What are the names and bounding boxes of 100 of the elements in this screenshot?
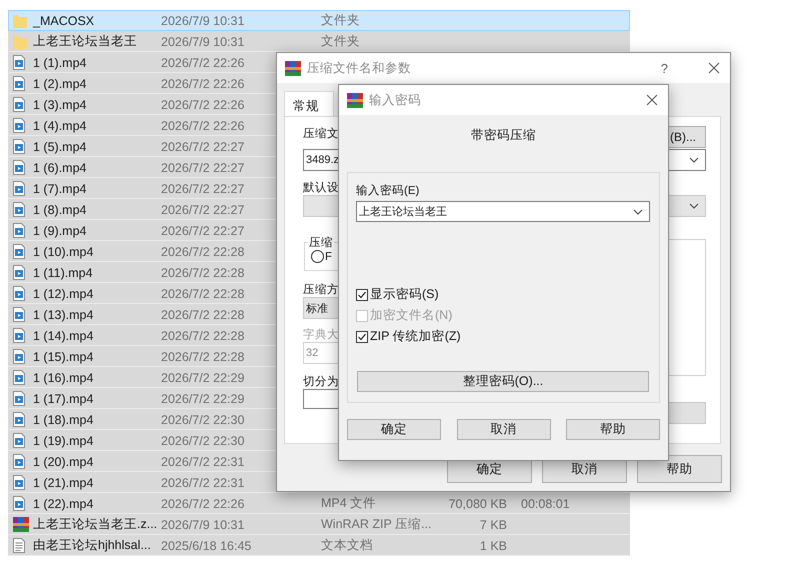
file-name: 1 (21).mp4 [33, 476, 94, 490]
file-date: 2026/7/2 22:29 [161, 370, 244, 384]
video-file-icon [13, 391, 25, 406]
file-size: 7 KB [480, 518, 507, 532]
file-name: 1 (9).mp4 [33, 224, 86, 238]
file-name: 上老王论坛当老王.z... [33, 516, 158, 533]
file-size: 70,080 KB [448, 496, 507, 510]
dialog-button[interactable]: 取消 [456, 419, 550, 440]
field-label: 默认设 [303, 180, 339, 195]
organize-passwords-button[interactable]: 整理密码(O)... [357, 371, 649, 392]
window-title: 压缩文件名和参数 [307, 60, 412, 76]
folder-icon [13, 14, 27, 28]
file-date: 2026/7/2 22:28 [161, 244, 244, 258]
file-name: 1 (4).mp4 [33, 118, 86, 132]
file-name: 1 (22).mp4 [33, 496, 94, 510]
file-date: 2026/7/2 22:28 [161, 328, 244, 342]
window-title: 输入密码 [369, 92, 422, 108]
file-type: 文本文档 [321, 537, 373, 554]
video-file-icon [13, 181, 25, 196]
file-date: 2026/7/9 10:31 [161, 34, 244, 48]
file-name: 1 (5).mp4 [33, 140, 86, 154]
file-row[interactable]: 上老王论坛当老王.z... 2026/7/9 10:31 WinRAR ZIP 压缩... 7 KB [8, 514, 630, 535]
dialog-button[interactable]: 确定 [347, 419, 441, 440]
file-date: 2026/7/2 22:27 [161, 160, 244, 174]
video-file-icon [13, 160, 25, 175]
password-field[interactable]: 上老王论坛当老王 [356, 201, 650, 222]
file-date: 2026/7/2 22:27 [161, 182, 244, 196]
file-date: 2026/7/9 10:31 [161, 518, 244, 532]
file-name: 1 (6).mp4 [33, 160, 86, 174]
file-date: 2026/7/2 22:28 [161, 350, 244, 364]
file-size: 1 KB [480, 538, 507, 552]
file-duration: 00:08:01 [521, 496, 571, 510]
file-name: 1 (1).mp4 [33, 56, 86, 70]
close-icon[interactable] [646, 94, 658, 106]
field-label: 压缩文 [303, 126, 339, 141]
video-file-icon [13, 475, 25, 490]
file-date: 2026/7/2 22:28 [161, 286, 244, 300]
radio-option[interactable]: F [311, 250, 620, 263]
file-name: 1 (16).mp4 [33, 370, 94, 384]
close-icon[interactable] [708, 62, 720, 74]
file-name: 1 (17).mp4 [33, 392, 94, 406]
archive-icon [285, 60, 301, 76]
checkmark-icon [357, 332, 367, 342]
group-label: 压缩 [308, 236, 334, 250]
archive-icon [347, 92, 363, 108]
field-label: 输入密码(E) [356, 183, 420, 198]
dialog-heading: 带密码压缩 [471, 128, 536, 142]
file-date: 2026/7/2 22:28 [161, 266, 244, 280]
file-date: 2026/7/2 22:27 [161, 140, 244, 154]
file-name: 1 (8).mp4 [33, 202, 86, 216]
file-name: 1 (20).mp4 [33, 454, 94, 468]
field-label: 字典大 [303, 327, 339, 342]
file-row[interactable]: _MACOSX 2026/7/9 10:31 文件夹 [8, 10, 630, 31]
file-type: WinRAR ZIP 压缩... [321, 516, 432, 533]
file-row[interactable]: 1 (22).mp4 2026/7/2 22:26 MP4 文件 70,080 KB 00:08:01 [8, 493, 630, 514]
video-file-icon [13, 349, 25, 364]
file-row[interactable]: 上老王论坛当老王 2026/7/9 10:31 文件夹 [8, 31, 630, 52]
video-file-icon [13, 454, 25, 469]
tab[interactable]: 常规 [284, 91, 334, 116]
file-name: 1 (19).mp4 [33, 434, 94, 448]
field-label: 切分为 [303, 374, 339, 389]
video-file-icon [13, 76, 25, 91]
checkbox[interactable]: ZIP 传统加密(Z) [356, 326, 650, 347]
video-file-icon [13, 97, 25, 112]
file-name: 1 (13).mp4 [33, 308, 94, 322]
file-name: 1 (14).mp4 [33, 328, 94, 342]
chevron-down-icon [633, 208, 643, 214]
text-file-icon [13, 538, 25, 553]
checkbox[interactable]: 显示密码(S) [356, 284, 650, 305]
help-button[interactable]: ? [660, 60, 668, 76]
file-name: 1 (10).mp4 [33, 244, 94, 258]
video-file-icon [13, 223, 25, 238]
file-type: 文件夹 [321, 33, 360, 50]
file-date: 2026/7/2 22:28 [161, 308, 244, 322]
file-name: 1 (7).mp4 [33, 182, 86, 196]
file-type: 文件夹 [321, 12, 360, 29]
checkmark-icon [357, 290, 367, 300]
file-date: 2026/7/2 22:26 [161, 98, 244, 112]
file-date: 2026/7/2 22:30 [161, 434, 244, 448]
file-date: 2026/7/2 22:31 [161, 454, 244, 468]
file-type: MP4 文件 [321, 495, 376, 512]
file-name: 1 (11).mp4 [33, 266, 93, 280]
file-name: 1 (2).mp4 [33, 76, 86, 90]
file-date: 2026/7/2 22:26 [161, 118, 244, 132]
video-file-icon [13, 286, 25, 301]
video-file-icon [13, 370, 25, 385]
file-name: 1 (15).mp4 [33, 350, 94, 364]
dialog-button[interactable]: 帮助 [566, 419, 660, 440]
chevron-down-icon [689, 203, 699, 209]
dialog-button[interactable]: 帮助 [637, 455, 722, 483]
file-date: 2026/7/2 22:26 [161, 496, 244, 510]
file-name: _MACOSX [33, 14, 94, 28]
file-name: 1 (12).mp4 [33, 286, 94, 300]
file-row[interactable]: 由老王论坛hjhhlsal... 2025/6/18 16:45 文本文档 1 KB [8, 535, 630, 556]
file-date: 2026/7/2 22:31 [161, 476, 244, 490]
file-name: 1 (18).mp4 [33, 412, 94, 426]
file-name: 由老王论坛hjhhlsal... [33, 537, 151, 554]
video-file-icon [13, 55, 25, 70]
file-name: 上老王论坛当老王 [33, 33, 137, 50]
video-file-icon [13, 265, 25, 280]
